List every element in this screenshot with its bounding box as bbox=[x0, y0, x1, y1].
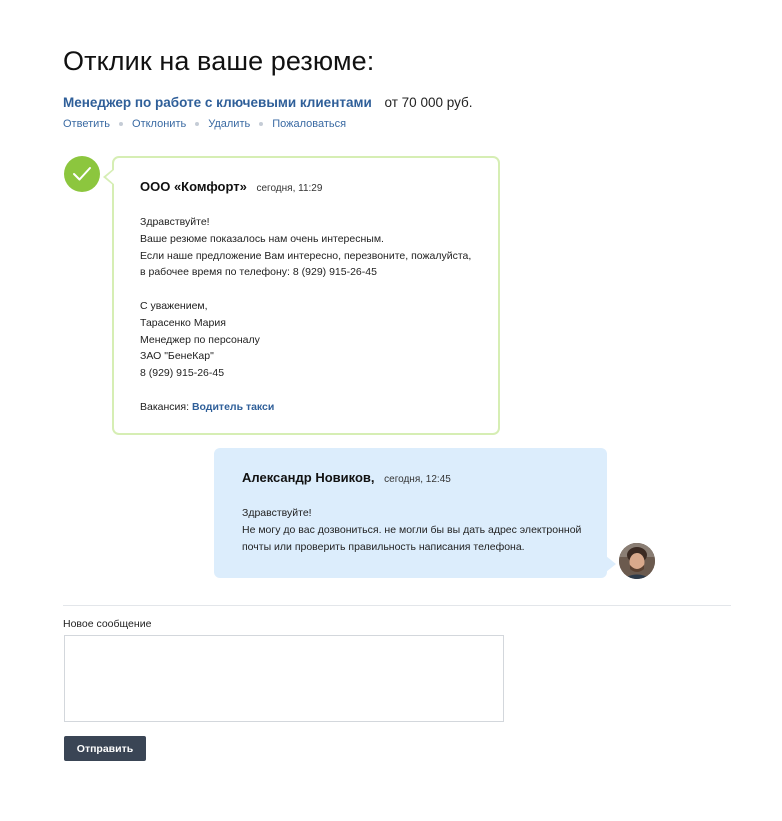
report-link[interactable]: Пожаловаться bbox=[272, 118, 346, 130]
page-title: Отклик на ваше резюме: bbox=[63, 46, 375, 76]
reply-link[interactable]: Ответить bbox=[63, 118, 110, 130]
response-actions: Ответить Отклонить Удалить Пожаловаться bbox=[63, 118, 346, 130]
separator-dot bbox=[119, 122, 124, 126]
message-line: почты или проверить правильность написан… bbox=[242, 541, 525, 553]
applicant-message-body: Здравствуйте! Не могу до вас дозвониться… bbox=[242, 505, 581, 556]
applicant-message-time: сегодня, 12:45 bbox=[384, 474, 451, 485]
employer-message-time: сегодня, 11:29 bbox=[256, 183, 323, 194]
separator-dot bbox=[195, 122, 200, 126]
message-line: Менеджер по персоналу bbox=[140, 333, 260, 346]
message-line: ЗАО "БенеКар" bbox=[140, 350, 214, 363]
employer-message-header: ООО «Комфорт» сегодня, 11:29 bbox=[140, 179, 322, 194]
new-message-input[interactable] bbox=[64, 635, 504, 722]
employer-sender-name: ООО «Комфорт» bbox=[140, 179, 247, 194]
message-line: С уважением, bbox=[140, 299, 208, 312]
message-line: Тарасенко Мария bbox=[140, 316, 226, 329]
applicant-message-bubble: Александр Новиков, сегодня, 12:45 Здравс… bbox=[214, 448, 616, 578]
avatar bbox=[619, 543, 655, 579]
decline-link[interactable]: Отклонить bbox=[132, 118, 186, 130]
divider bbox=[63, 605, 731, 606]
delete-link[interactable]: Удалить bbox=[208, 118, 250, 130]
response-page: Отклик на ваше резюме: Менеджер по работ… bbox=[0, 0, 782, 821]
vacancy-reference: Вакансия: Водитель такси bbox=[140, 399, 471, 416]
resume-vacancy-link[interactable]: Менеджер по работе с ключевыми клиентами bbox=[63, 95, 372, 110]
new-message-label: Новое сообщение bbox=[63, 618, 152, 630]
employer-message-bubble: ООО «Комфорт» сегодня, 11:29 Здравствуйт… bbox=[103, 156, 500, 435]
message-line: Здравствуйте! bbox=[140, 216, 210, 228]
message-line: Ваше резюме показалось нам очень интерес… bbox=[140, 232, 384, 245]
checkmark-icon bbox=[64, 156, 100, 192]
applicant-message-header: Александр Новиков, сегодня, 12:45 bbox=[242, 470, 451, 485]
employer-message-body: Здравствуйте! Ваше резюме показалось нам… bbox=[140, 214, 471, 416]
message-line: в рабочее время по телефону: 8 (929) 915… bbox=[140, 266, 377, 279]
message-line: Если наше предложение Вам интересно, пер… bbox=[140, 249, 472, 262]
message-line: 8 (929) 915-26-45 bbox=[140, 367, 225, 380]
salary-text: от 70 000 руб. bbox=[384, 95, 473, 110]
send-button[interactable]: Отправить bbox=[64, 736, 146, 761]
message-line: Здравствуйте! bbox=[242, 507, 312, 519]
vacancy-reference-link[interactable]: Водитель такси bbox=[192, 401, 274, 413]
applicant-sender-name: Александр Новиков, bbox=[242, 470, 375, 485]
resume-vacancy-line: Менеджер по работе с ключевыми клиентами… bbox=[63, 95, 472, 110]
vacancy-prefix: Вакансия: bbox=[140, 400, 190, 413]
message-line: Не могу до вас дозвониться. не могли бы … bbox=[242, 524, 582, 536]
separator-dot bbox=[259, 122, 264, 126]
